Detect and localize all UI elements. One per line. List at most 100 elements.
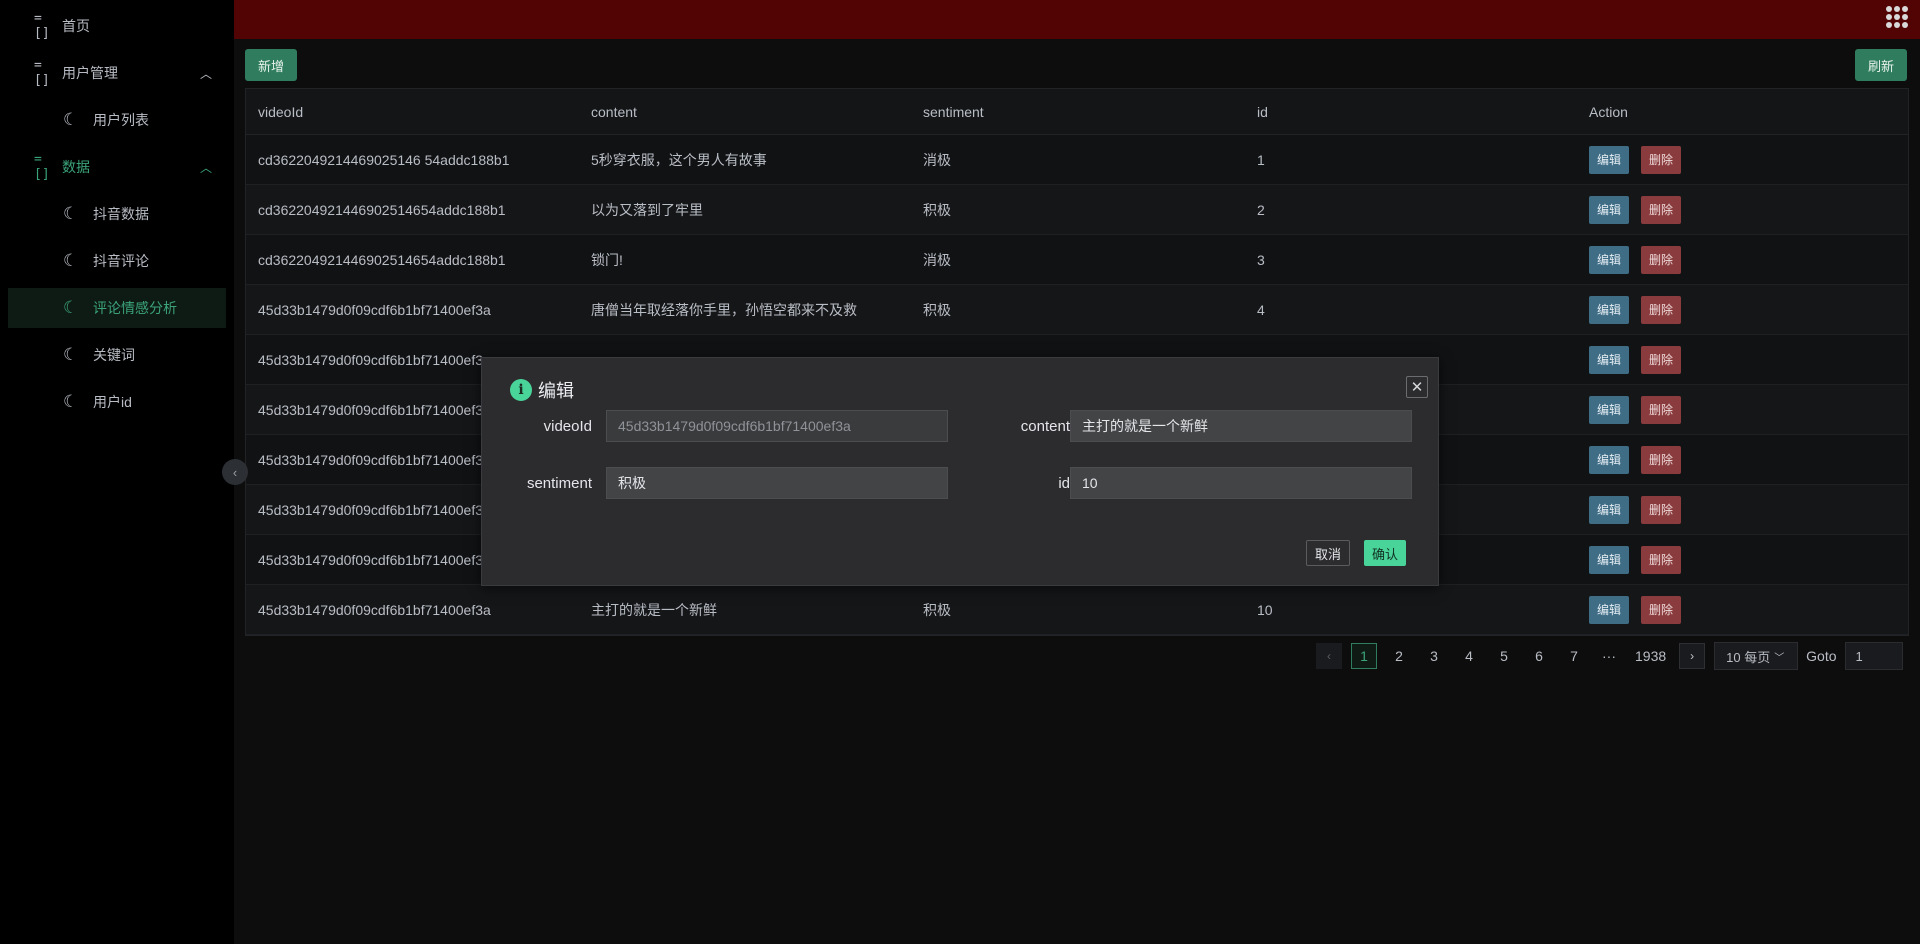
cell-action: 编辑 删除 [1589, 495, 1889, 524]
moon-icon: ☾ [63, 251, 79, 271]
cell-content: 5秒穿衣服，这个男人有故事 [591, 151, 767, 168]
content-field[interactable]: 主打的就是一个新鲜 [1070, 410, 1412, 442]
delete-button[interactable]: 删除 [1641, 545, 1682, 574]
cell-id: 4 [1257, 301, 1265, 318]
cancel-button[interactable]: 取消 [1306, 540, 1351, 566]
sidebar: =[] 首页 =[] 用户管理 ︿ ☾ 用户列表 =[] 数据 ︿ ☾ 抖音数据… [0, 0, 234, 944]
edit-dialog: i 编辑 ✕ videoId 45d33b1479d0f09cdf6b1bf71… [481, 357, 1439, 586]
delete-button[interactable]: 删除 [1641, 445, 1682, 474]
sentiment-label: sentiment [526, 475, 592, 492]
sentiment-field[interactable]: 积极 [606, 467, 948, 499]
chevron-down-icon: ﹀ [1774, 652, 1785, 664]
cell-sentiment: 消极 [923, 251, 951, 268]
edit-button[interactable]: 编辑 [1589, 395, 1630, 424]
confirm-button[interactable]: 确认 [1364, 540, 1407, 566]
sidebar-item-label: 抖音数据 [93, 206, 149, 222]
table-row: cd362204921446902514654addc188b1 锁门! 消极 3 编辑… [246, 235, 1908, 285]
edit-button[interactable]: 编辑 [1589, 545, 1630, 574]
moon-icon: ☾ [63, 204, 79, 224]
sidebar-item-sentiment-analysis[interactable]: ☾ 评论情感分析 [8, 288, 226, 328]
close-button[interactable]: ✕ [1406, 376, 1428, 398]
sidebar-collapse-button[interactable]: ‹ [222, 459, 248, 485]
sidebar-item-user-id[interactable]: ☾ 用户id [0, 382, 234, 422]
sidebar-item-label: 用户管理 [62, 65, 118, 81]
page-number[interactable]: 6 [1526, 643, 1552, 669]
page-number[interactable]: 3 [1421, 643, 1447, 669]
goto-input[interactable] [1844, 642, 1903, 670]
menu-icon: =[] [34, 152, 50, 182]
delete-button[interactable]: 删除 [1641, 395, 1682, 424]
videoid-field[interactable]: 45d33b1479d0f09cdf6b1bf71400ef3a [606, 410, 948, 442]
cell-action: 编辑 删除 [1589, 395, 1889, 424]
column-header-videoid: videoId [258, 103, 304, 120]
delete-button[interactable]: 删除 [1641, 595, 1682, 624]
page-size-value: 10 每页 [1726, 649, 1771, 665]
edit-button[interactable]: 编辑 [1589, 495, 1630, 524]
sidebar-item-user-management[interactable]: =[] 用户管理 ︿ [0, 53, 234, 93]
info-icon: i [510, 379, 532, 401]
next-page-button[interactable]: › [1679, 643, 1706, 669]
sidebar-item-label: 用户列表 [93, 112, 149, 128]
prev-page-button[interactable]: ‹ [1316, 643, 1342, 669]
cell-action: 编辑 删除 [1589, 145, 1889, 174]
sidebar-item-douyin-data[interactable]: ☾ 抖音数据 [0, 194, 234, 234]
videoid-label: videoId [543, 418, 592, 435]
menu-icon: =[] [34, 11, 50, 41]
top-bar [234, 0, 1920, 39]
cell-videoid: cd362204921446902514654addc188b1 [258, 251, 506, 268]
delete-button[interactable]: 删除 [1641, 345, 1682, 374]
cell-action: 编辑 删除 [1589, 195, 1889, 224]
pagination: ‹ 1 2 3 4 5 6 7 ··· 1938 › 10 每页 ﹀ Goto [1316, 642, 1903, 670]
column-header-id: id [1257, 103, 1268, 120]
page-number[interactable]: 7 [1561, 643, 1587, 669]
apps-grid-icon[interactable] [1886, 6, 1908, 28]
sidebar-item-data[interactable]: =[] 数据 ︿ [0, 147, 234, 187]
edit-button[interactable]: 编辑 [1589, 595, 1630, 624]
chevron-left-icon: ‹ [232, 464, 238, 480]
add-button[interactable]: 新增 [245, 49, 298, 81]
page-size-select[interactable]: 10 每页 ﹀ [1714, 642, 1799, 670]
page-ellipsis[interactable]: ··· [1596, 643, 1622, 669]
sidebar-item-user-list[interactable]: ☾ 用户列表 [0, 100, 234, 140]
cell-action: 编辑 删除 [1589, 295, 1889, 324]
sidebar-item-douyin-comments[interactable]: ☾ 抖音评论 [0, 241, 234, 281]
page-number[interactable]: 5 [1491, 643, 1517, 669]
chevron-up-icon: ︿ [199, 161, 212, 175]
app-root: =[] 首页 =[] 用户管理 ︿ ☾ 用户列表 =[] 数据 ︿ ☾ 抖音数据… [0, 0, 1920, 944]
page-number[interactable]: 1938 [1631, 643, 1670, 669]
page-number[interactable]: 1 [1351, 643, 1377, 669]
delete-button[interactable]: 删除 [1641, 195, 1682, 224]
moon-icon: ☾ [63, 110, 79, 130]
edit-button[interactable]: 编辑 [1589, 445, 1630, 474]
delete-button[interactable]: 删除 [1641, 145, 1682, 174]
cell-id: 10 [1257, 601, 1273, 618]
edit-button[interactable]: 编辑 [1589, 295, 1630, 324]
edit-button[interactable]: 编辑 [1589, 345, 1630, 374]
cell-sentiment: 积极 [923, 301, 951, 318]
edit-button[interactable]: 编辑 [1589, 145, 1630, 174]
page-numbers: 1 2 3 4 5 6 7 ··· 1938 [1351, 643, 1679, 669]
edit-button[interactable]: 编辑 [1589, 195, 1630, 224]
menu-icon: =[] [34, 58, 50, 88]
sidebar-item-keywords[interactable]: ☾ 关键词 [0, 335, 234, 375]
cell-content: 锁门! [591, 251, 623, 268]
cell-videoid: cd362204921446902514654addc188b1 [258, 201, 506, 218]
page-number[interactable]: 4 [1456, 643, 1482, 669]
id-label: id [1058, 475, 1070, 492]
id-field[interactable]: 10 [1070, 467, 1412, 499]
cell-id: 3 [1257, 251, 1265, 268]
page-number[interactable]: 2 [1386, 643, 1412, 669]
sidebar-item-label: 抖音评论 [93, 253, 149, 269]
sidebar-item-home[interactable]: =[] 首页 [0, 6, 234, 46]
dialog-title-text: 编辑 [538, 381, 574, 401]
delete-button[interactable]: 删除 [1641, 245, 1682, 274]
sidebar-item-label: 评论情感分析 [93, 300, 177, 316]
cell-action: 编辑 删除 [1589, 445, 1889, 474]
delete-button[interactable]: 删除 [1641, 495, 1682, 524]
moon-icon: ☾ [63, 392, 79, 412]
table-header: videoId content sentiment id Action [246, 89, 1908, 135]
close-icon: ✕ [1410, 379, 1424, 396]
delete-button[interactable]: 删除 [1641, 295, 1682, 324]
refresh-button[interactable]: 刷新 [1855, 49, 1908, 81]
edit-button[interactable]: 编辑 [1589, 245, 1630, 274]
